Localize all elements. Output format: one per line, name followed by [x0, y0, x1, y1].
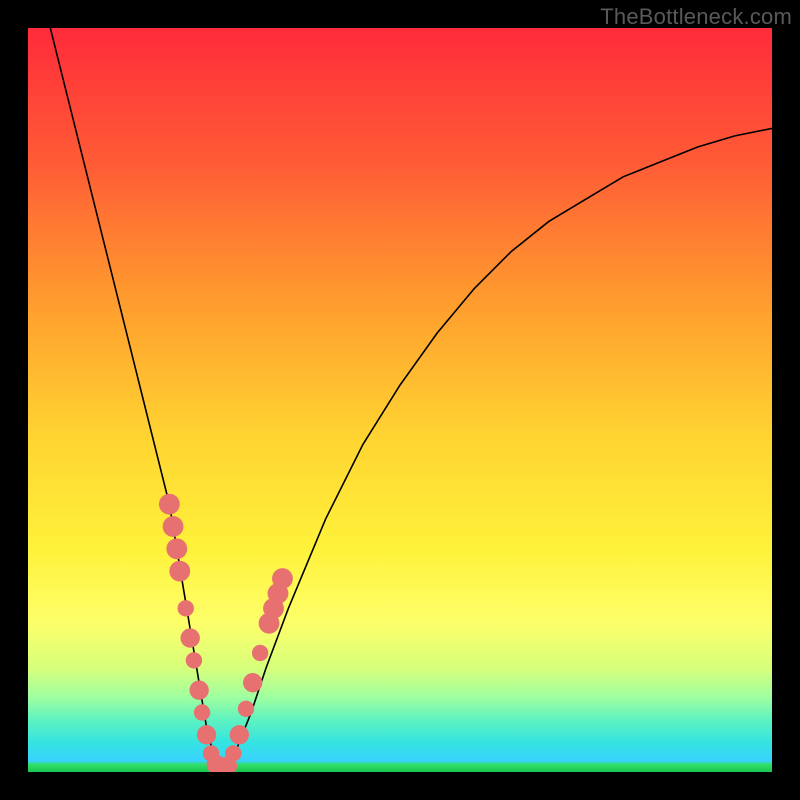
- curve-marker: [263, 598, 284, 619]
- chart-plot-area: [28, 28, 772, 772]
- curve-marker: [225, 745, 241, 761]
- bottleneck-curve-path: [50, 28, 772, 772]
- curve-marker: [169, 561, 190, 582]
- curve-marker: [203, 745, 219, 761]
- curve-marker: [213, 761, 229, 772]
- curve-marker: [259, 613, 280, 634]
- curve-marker: [181, 628, 200, 647]
- curve-marker: [189, 680, 208, 699]
- curve-marker: [186, 652, 202, 668]
- curve-marker: [159, 494, 180, 515]
- curve-marker: [163, 516, 184, 537]
- curve-marker: [268, 583, 289, 604]
- curve-markers: [159, 494, 293, 772]
- curve-marker: [218, 756, 237, 772]
- curve-marker: [194, 704, 210, 720]
- curve-marker: [207, 755, 226, 772]
- curve-marker: [197, 725, 216, 744]
- curve-marker: [166, 538, 187, 559]
- curve-marker: [238, 701, 254, 717]
- curve-marker: [178, 600, 194, 616]
- curve-marker: [252, 645, 268, 661]
- bottleneck-curve-svg: [28, 28, 772, 772]
- watermark-label: TheBottleneck.com: [600, 4, 792, 30]
- curve-marker: [230, 725, 249, 744]
- curve-marker: [272, 568, 293, 589]
- curve-marker: [243, 673, 262, 692]
